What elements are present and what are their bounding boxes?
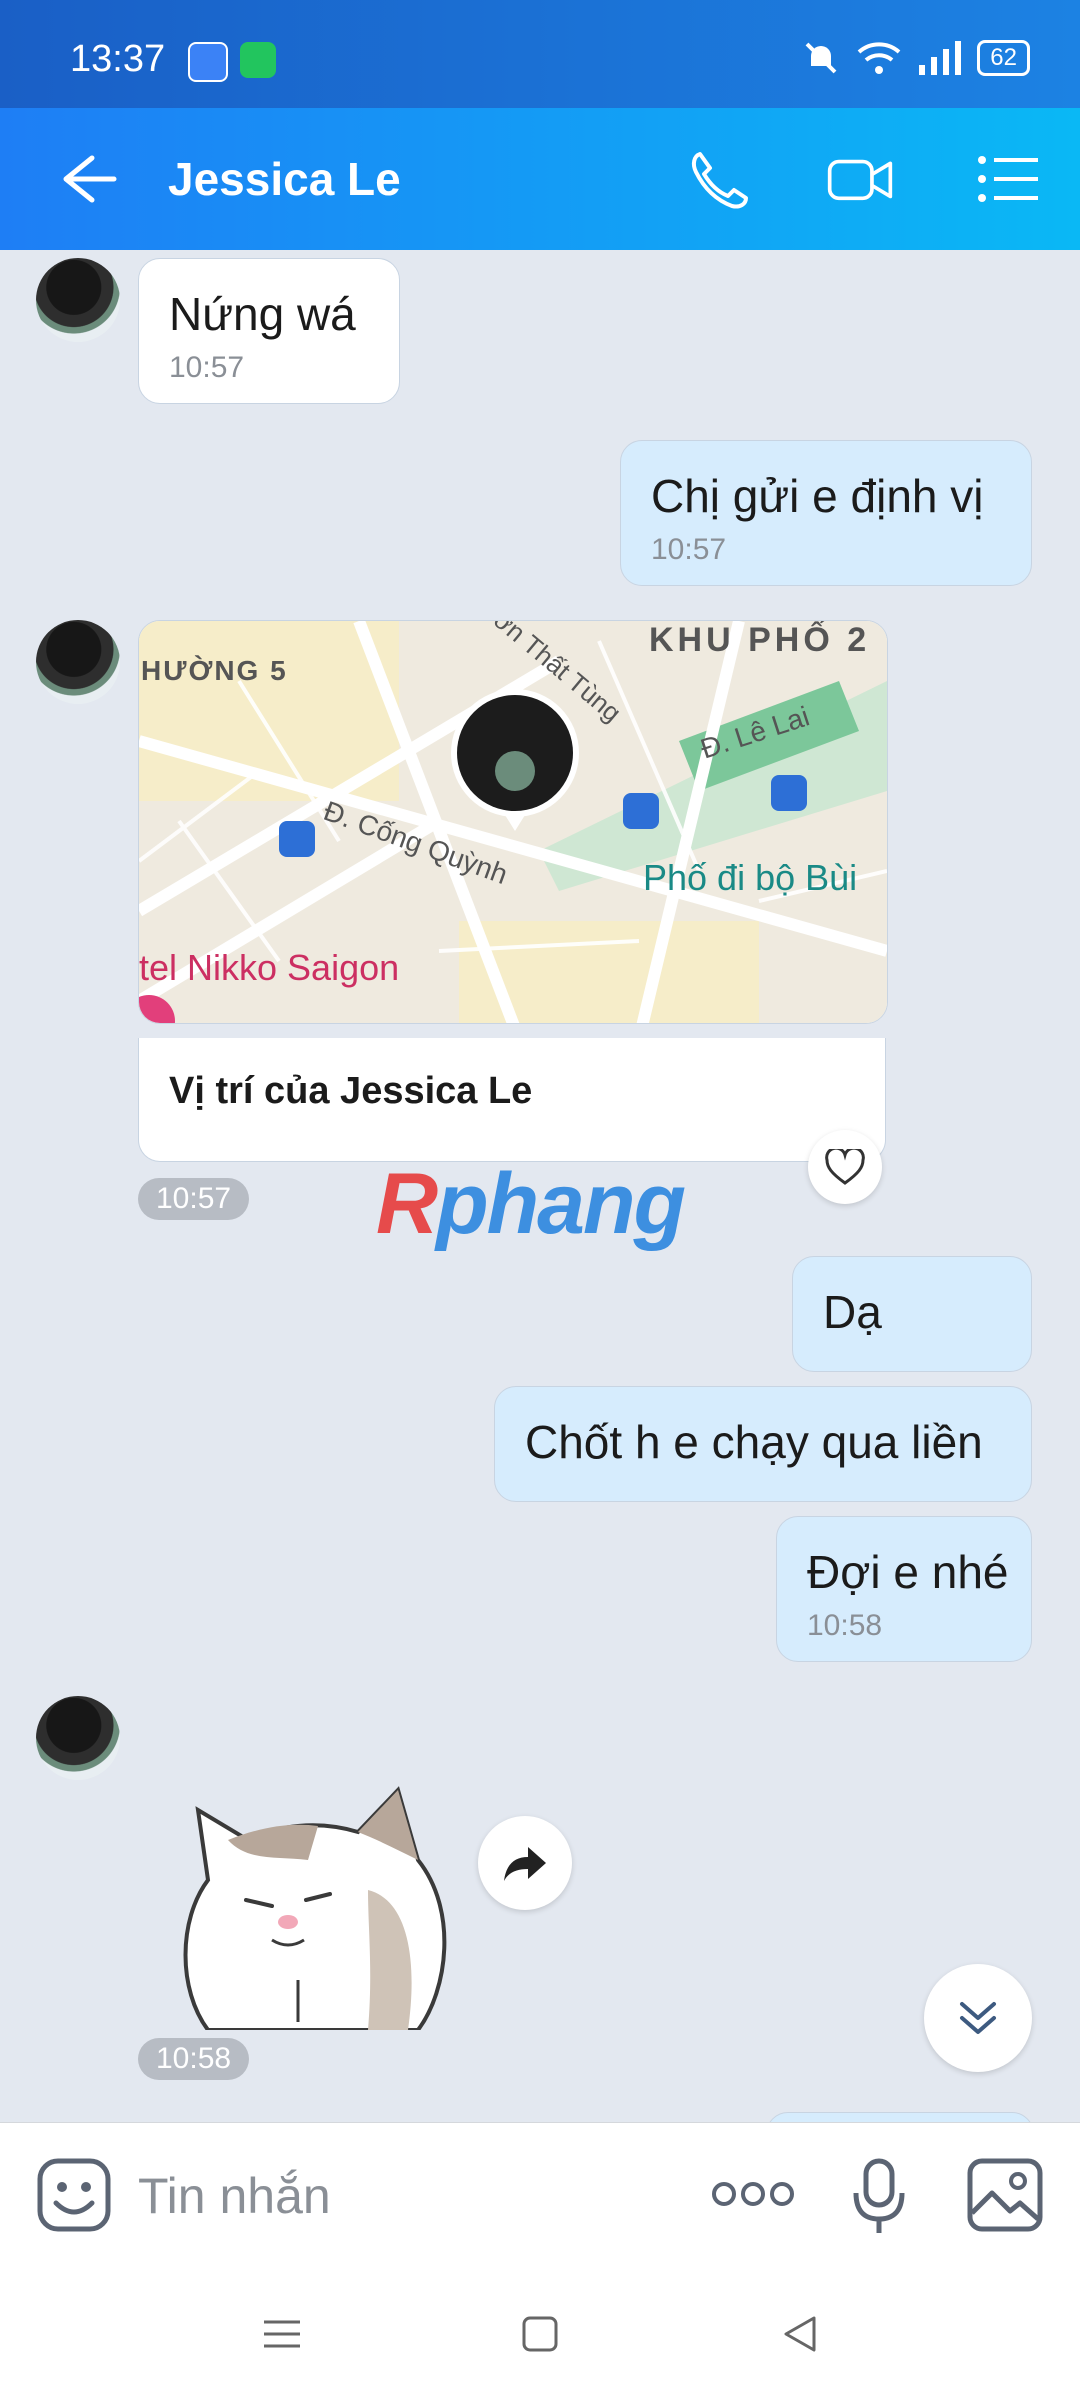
signal-icon: [919, 41, 962, 75]
watermark-logo: Rphang: [376, 1156, 686, 1252]
message-time-pill: 10:58: [138, 2038, 250, 2080]
image-gallery-icon[interactable]: [966, 2157, 1044, 2233]
video-call-icon[interactable]: [826, 146, 894, 212]
status-indicators: 62: [801, 38, 1030, 78]
partial-outgoing-bubble: [766, 2112, 1034, 2122]
microphone-icon[interactable]: [850, 2157, 908, 2237]
contact-avatar[interactable]: [36, 620, 120, 704]
mute-icon: [805, 42, 837, 74]
message-text: Dạ: [823, 1286, 882, 1338]
contact-name[interactable]: Jessica Le: [168, 152, 401, 206]
menu-list-icon[interactable]: [974, 146, 1042, 212]
react-heart-button[interactable]: [808, 1130, 882, 1204]
outgoing-message-bubble[interactable]: Chị gửi e định vị 10:57: [620, 440, 1032, 586]
recent-apps-icon[interactable]: [262, 2314, 302, 2354]
message-time: 10:57: [169, 351, 245, 384]
system-navigation-bar: [0, 2270, 1080, 2400]
map-label-district: KHU PHỐ 2: [649, 621, 871, 659]
emoji-sticker-icon[interactable]: [36, 2157, 112, 2233]
zalo-notification-icon: [188, 42, 228, 82]
map-label-ward: HƯỜNG 5: [141, 655, 288, 686]
contact-avatar[interactable]: [36, 1696, 120, 1780]
outgoing-message-bubble[interactable]: Chốt h e chạy qua liền: [494, 1386, 1032, 1502]
scroll-to-bottom-button[interactable]: [924, 1964, 1032, 2072]
more-options-icon[interactable]: [712, 2179, 794, 2209]
outgoing-message-bubble[interactable]: Dạ: [792, 1256, 1032, 1372]
chat-header: Jessica Le: [0, 108, 1080, 250]
map-label-hotel: tel Nikko Saigon: [139, 947, 400, 988]
location-message-card[interactable]: HƯỜNG 5 KHU PHỐ 2 Đ. Cống Quỳnh Đ. Lê La…: [138, 620, 888, 1024]
map-label-walking-street: Phố đi bộ Bùi: [643, 857, 858, 898]
wifi-icon: [857, 42, 901, 74]
phone-call-icon[interactable]: [686, 146, 754, 212]
message-text: Đợi e nhé: [807, 1546, 1009, 1598]
message-input[interactable]: Tin nhắn: [138, 2167, 331, 2225]
double-chevron-down-icon: [960, 2002, 996, 2034]
outgoing-message-bubble[interactable]: Đợi e nhé 10:58: [776, 1516, 1032, 1662]
status-time: 13:37: [70, 38, 166, 80]
share-arrow-icon: [504, 1847, 546, 1881]
status-bar: 13:37 62: [0, 0, 1080, 108]
message-text: Nứng wá: [169, 288, 356, 340]
message-input-bar: Tin nhắn: [0, 2122, 1080, 2271]
back-arrow-icon[interactable]: [48, 148, 120, 210]
home-icon[interactable]: [520, 2314, 560, 2354]
heart-icon: [825, 1149, 865, 1185]
message-time: 10:58: [807, 1609, 883, 1642]
message-text: Chốt h e chạy qua liền: [525, 1416, 983, 1468]
cat-sticker[interactable]: [168, 1770, 458, 2030]
battery-indicator: 62: [977, 40, 1030, 76]
location-caption: Vị trí của Jessica Le: [169, 1070, 533, 1112]
contact-avatar[interactable]: [36, 258, 120, 342]
map-preview[interactable]: HƯỜNG 5 KHU PHỐ 2 Đ. Cống Quỳnh Đ. Lê La…: [139, 621, 887, 1023]
message-text: Chị gửi e định vị: [651, 470, 984, 522]
forward-sticker-button[interactable]: [478, 1816, 572, 1910]
back-nav-icon[interactable]: [780, 2314, 820, 2354]
app-notification-icon: [240, 42, 276, 78]
incoming-message-bubble[interactable]: Nứng wá 10:57: [138, 258, 400, 404]
location-caption-bar[interactable]: Vị trí của Jessica Le: [138, 1038, 886, 1162]
message-time: 10:57: [651, 533, 727, 566]
message-time-pill: 10:57: [138, 1178, 250, 1220]
